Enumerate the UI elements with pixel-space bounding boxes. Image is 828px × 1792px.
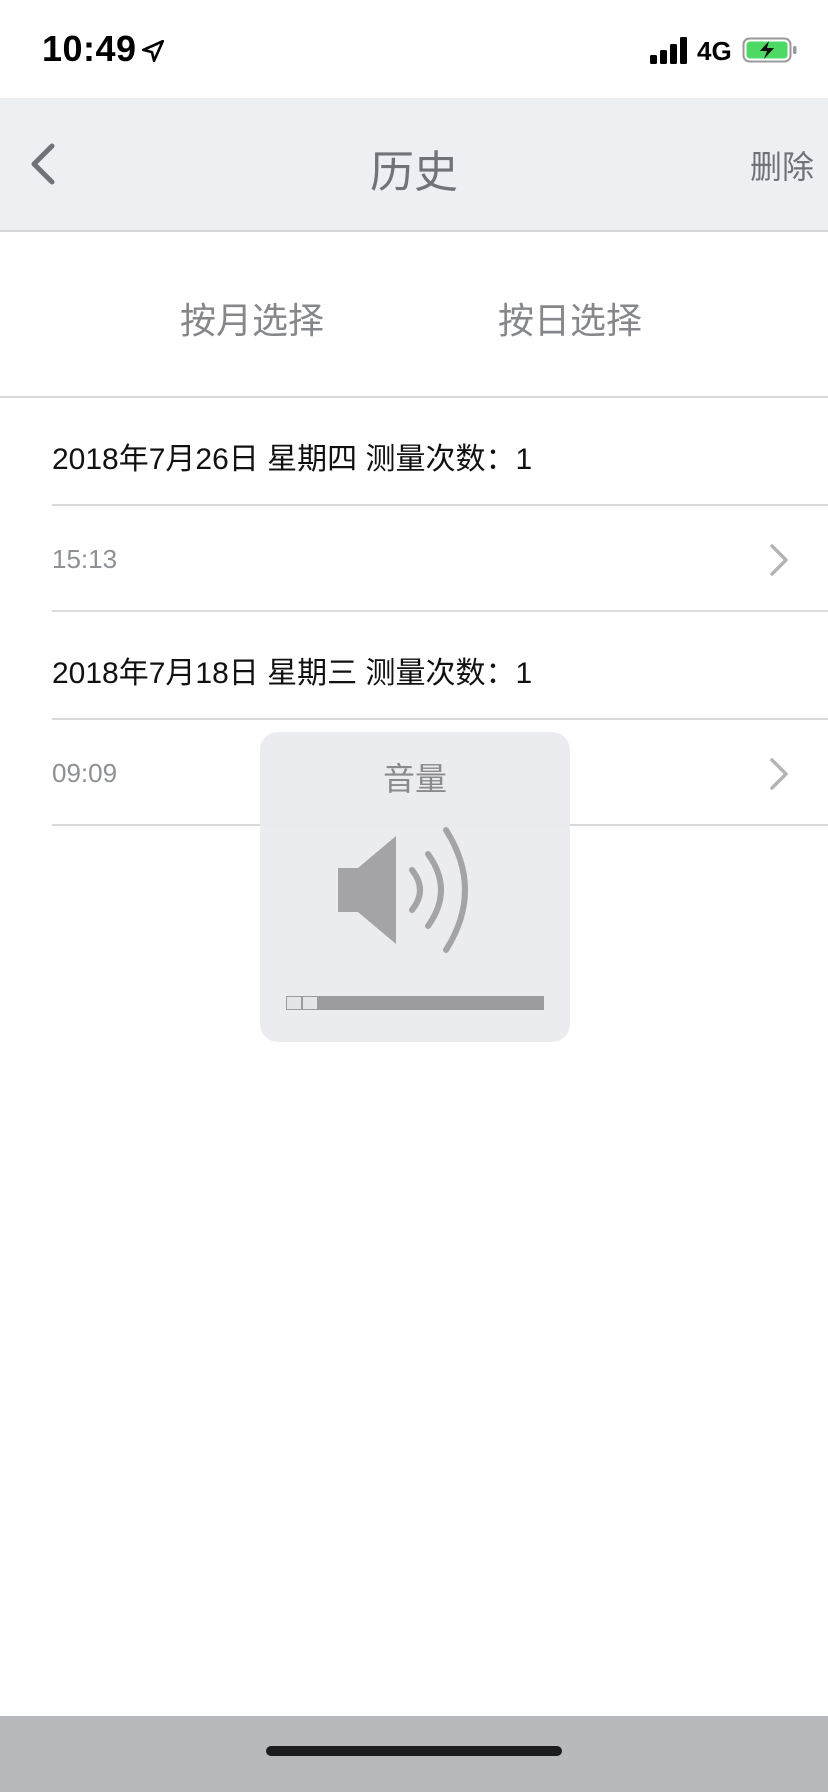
volume-hud: 音量 <box>260 732 570 1042</box>
home-indicator[interactable] <box>266 1746 562 1756</box>
page-title: 历史 <box>370 147 458 198</box>
group-header-text: 2018年7月26日 星期四 测量次数：1 <box>52 443 533 476</box>
volume-level-bar <box>286 996 544 1010</box>
group-header-text: 2018年7月18日 星期三 测量次数：1 <box>52 657 533 690</box>
history-record-row[interactable]: 15:13 <box>52 506 828 612</box>
select-by-month-button[interactable]: 按月选择 <box>180 292 324 344</box>
battery-charging-icon <box>742 37 797 63</box>
nav-bar: 历史 删除 <box>0 98 828 232</box>
record-time: 09:09 <box>52 758 118 788</box>
home-indicator-area <box>0 1716 828 1792</box>
history-group-header: 2018年7月18日 星期三 测量次数：1 <box>52 612 828 720</box>
delete-button[interactable]: 删除 <box>750 142 814 188</box>
chevron-right-icon <box>770 758 788 790</box>
history-group-header: 2018年7月26日 星期四 测量次数：1 <box>52 398 828 506</box>
chevron-right-icon <box>770 544 788 576</box>
select-by-day-button[interactable]: 按日选择 <box>498 292 642 344</box>
volume-level-segment <box>303 997 317 1009</box>
record-time: 15:13 <box>52 544 118 574</box>
status-bar: 10:49 4G <box>0 0 828 98</box>
status-time: 10:49 <box>42 28 137 69</box>
date-filter-bar: 按月选择 按日选择 <box>0 232 828 398</box>
volume-title: 音量 <box>382 760 447 798</box>
signal-bars-icon <box>650 37 687 64</box>
speaker-volume-icon <box>338 827 468 953</box>
network-type: 4G <box>697 36 732 66</box>
volume-level-segment <box>287 997 301 1009</box>
location-arrow-icon <box>141 39 165 63</box>
